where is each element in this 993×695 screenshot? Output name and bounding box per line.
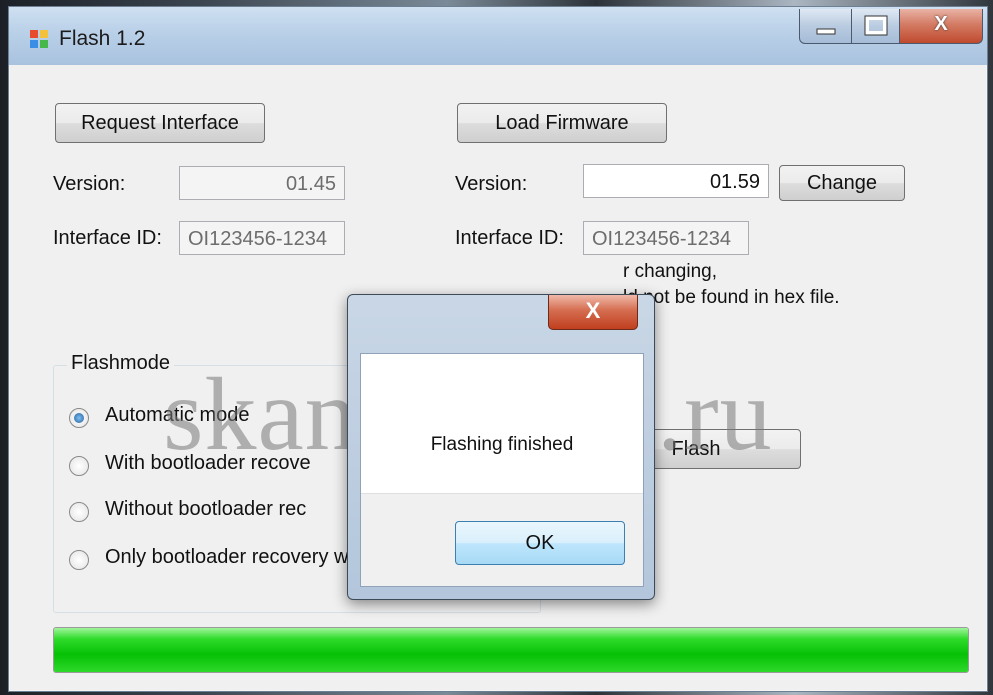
ok-button[interactable]: OK: [455, 521, 625, 565]
title-bar[interactable]: Flash 1.2 X: [9, 7, 987, 65]
dialog-message: Flashing finished: [430, 434, 574, 455]
app-icon: [30, 30, 48, 48]
radio-button-icon[interactable]: [69, 502, 89, 522]
version-field-right[interactable]: 01.59: [583, 164, 769, 198]
flash-window: Flash 1.2 X Request Interface Version: 0…: [8, 6, 988, 692]
note-line-1: r changing,: [623, 261, 718, 282]
close-button[interactable]: X: [899, 9, 983, 44]
close-icon: X: [585, 298, 601, 323]
minimize-button[interactable]: [799, 9, 853, 44]
dialog-footer: OK: [361, 493, 643, 586]
radio-button-icon[interactable]: [69, 456, 89, 476]
window-title: Flash 1.2: [59, 27, 146, 50]
note-line-2: ld not be found in hex file.: [623, 287, 840, 308]
interface-id-field-left: OI123456-1234: [179, 221, 345, 255]
interface-id-label-right: Interface ID:: [455, 227, 564, 249]
version-label-left: Version:: [53, 173, 126, 195]
maximize-icon: [864, 15, 888, 36]
interface-id-label-left: Interface ID:: [53, 227, 162, 249]
dialog-close-button[interactable]: X: [548, 295, 638, 330]
change-button[interactable]: Change: [779, 165, 905, 201]
maximize-button[interactable]: [851, 9, 901, 44]
interface-id-field-right: OI123456-1234: [583, 221, 749, 255]
flashmode-title: Flashmode: [67, 352, 174, 375]
progress-fill: [54, 628, 968, 672]
dialog-body: Flashing finished OK: [360, 353, 644, 587]
version-label-right: Version:: [455, 173, 528, 195]
progress-bar: [53, 627, 969, 673]
client-area: Request Interface Version: 01.45 Interfa…: [25, 65, 971, 675]
radio-button-icon[interactable]: [69, 408, 89, 428]
radio-label: Without bootloader rec: [105, 498, 307, 520]
radio-button-icon[interactable]: [69, 550, 89, 570]
close-icon: X: [934, 13, 948, 35]
load-firmware-button[interactable]: Load Firmware: [457, 103, 667, 143]
minimize-icon: [816, 28, 836, 35]
version-field-left: 01.45: [179, 166, 345, 200]
message-dialog: X Flashing finished OK: [347, 294, 655, 600]
request-interface-button[interactable]: Request Interface: [55, 103, 265, 143]
